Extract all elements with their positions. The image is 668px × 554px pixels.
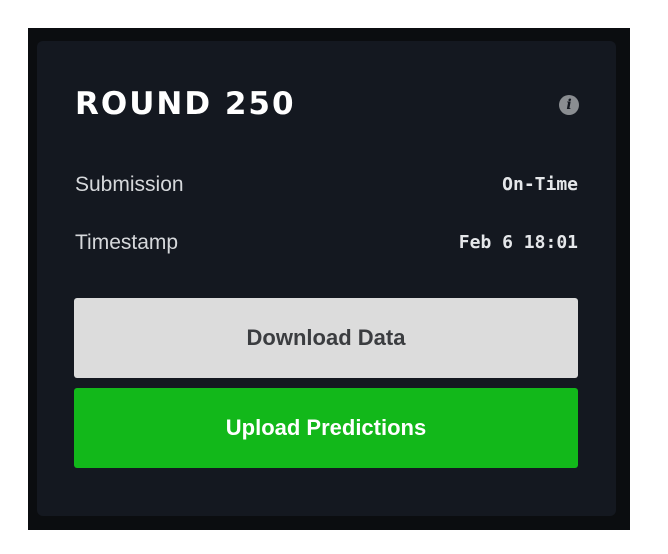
upload-predictions-label: Upload Predictions [225,415,427,440]
round-title: ROUND 250 [75,86,296,122]
timestamp-label: Timestamp [75,231,179,254]
round-card: ROUND 250 i Submission On-Time Timestamp… [37,41,616,516]
submission-status: On-Time [502,174,578,195]
download-data-label: Download Data [246,325,406,350]
submission-label: Submission [75,173,184,196]
info-icon[interactable]: i [559,95,579,115]
upload-predictions-button[interactable]: Upload Predictions [74,388,578,468]
download-data-button[interactable]: Download Data [74,298,578,378]
timestamp-value: Feb 6 18:01 [458,232,578,253]
